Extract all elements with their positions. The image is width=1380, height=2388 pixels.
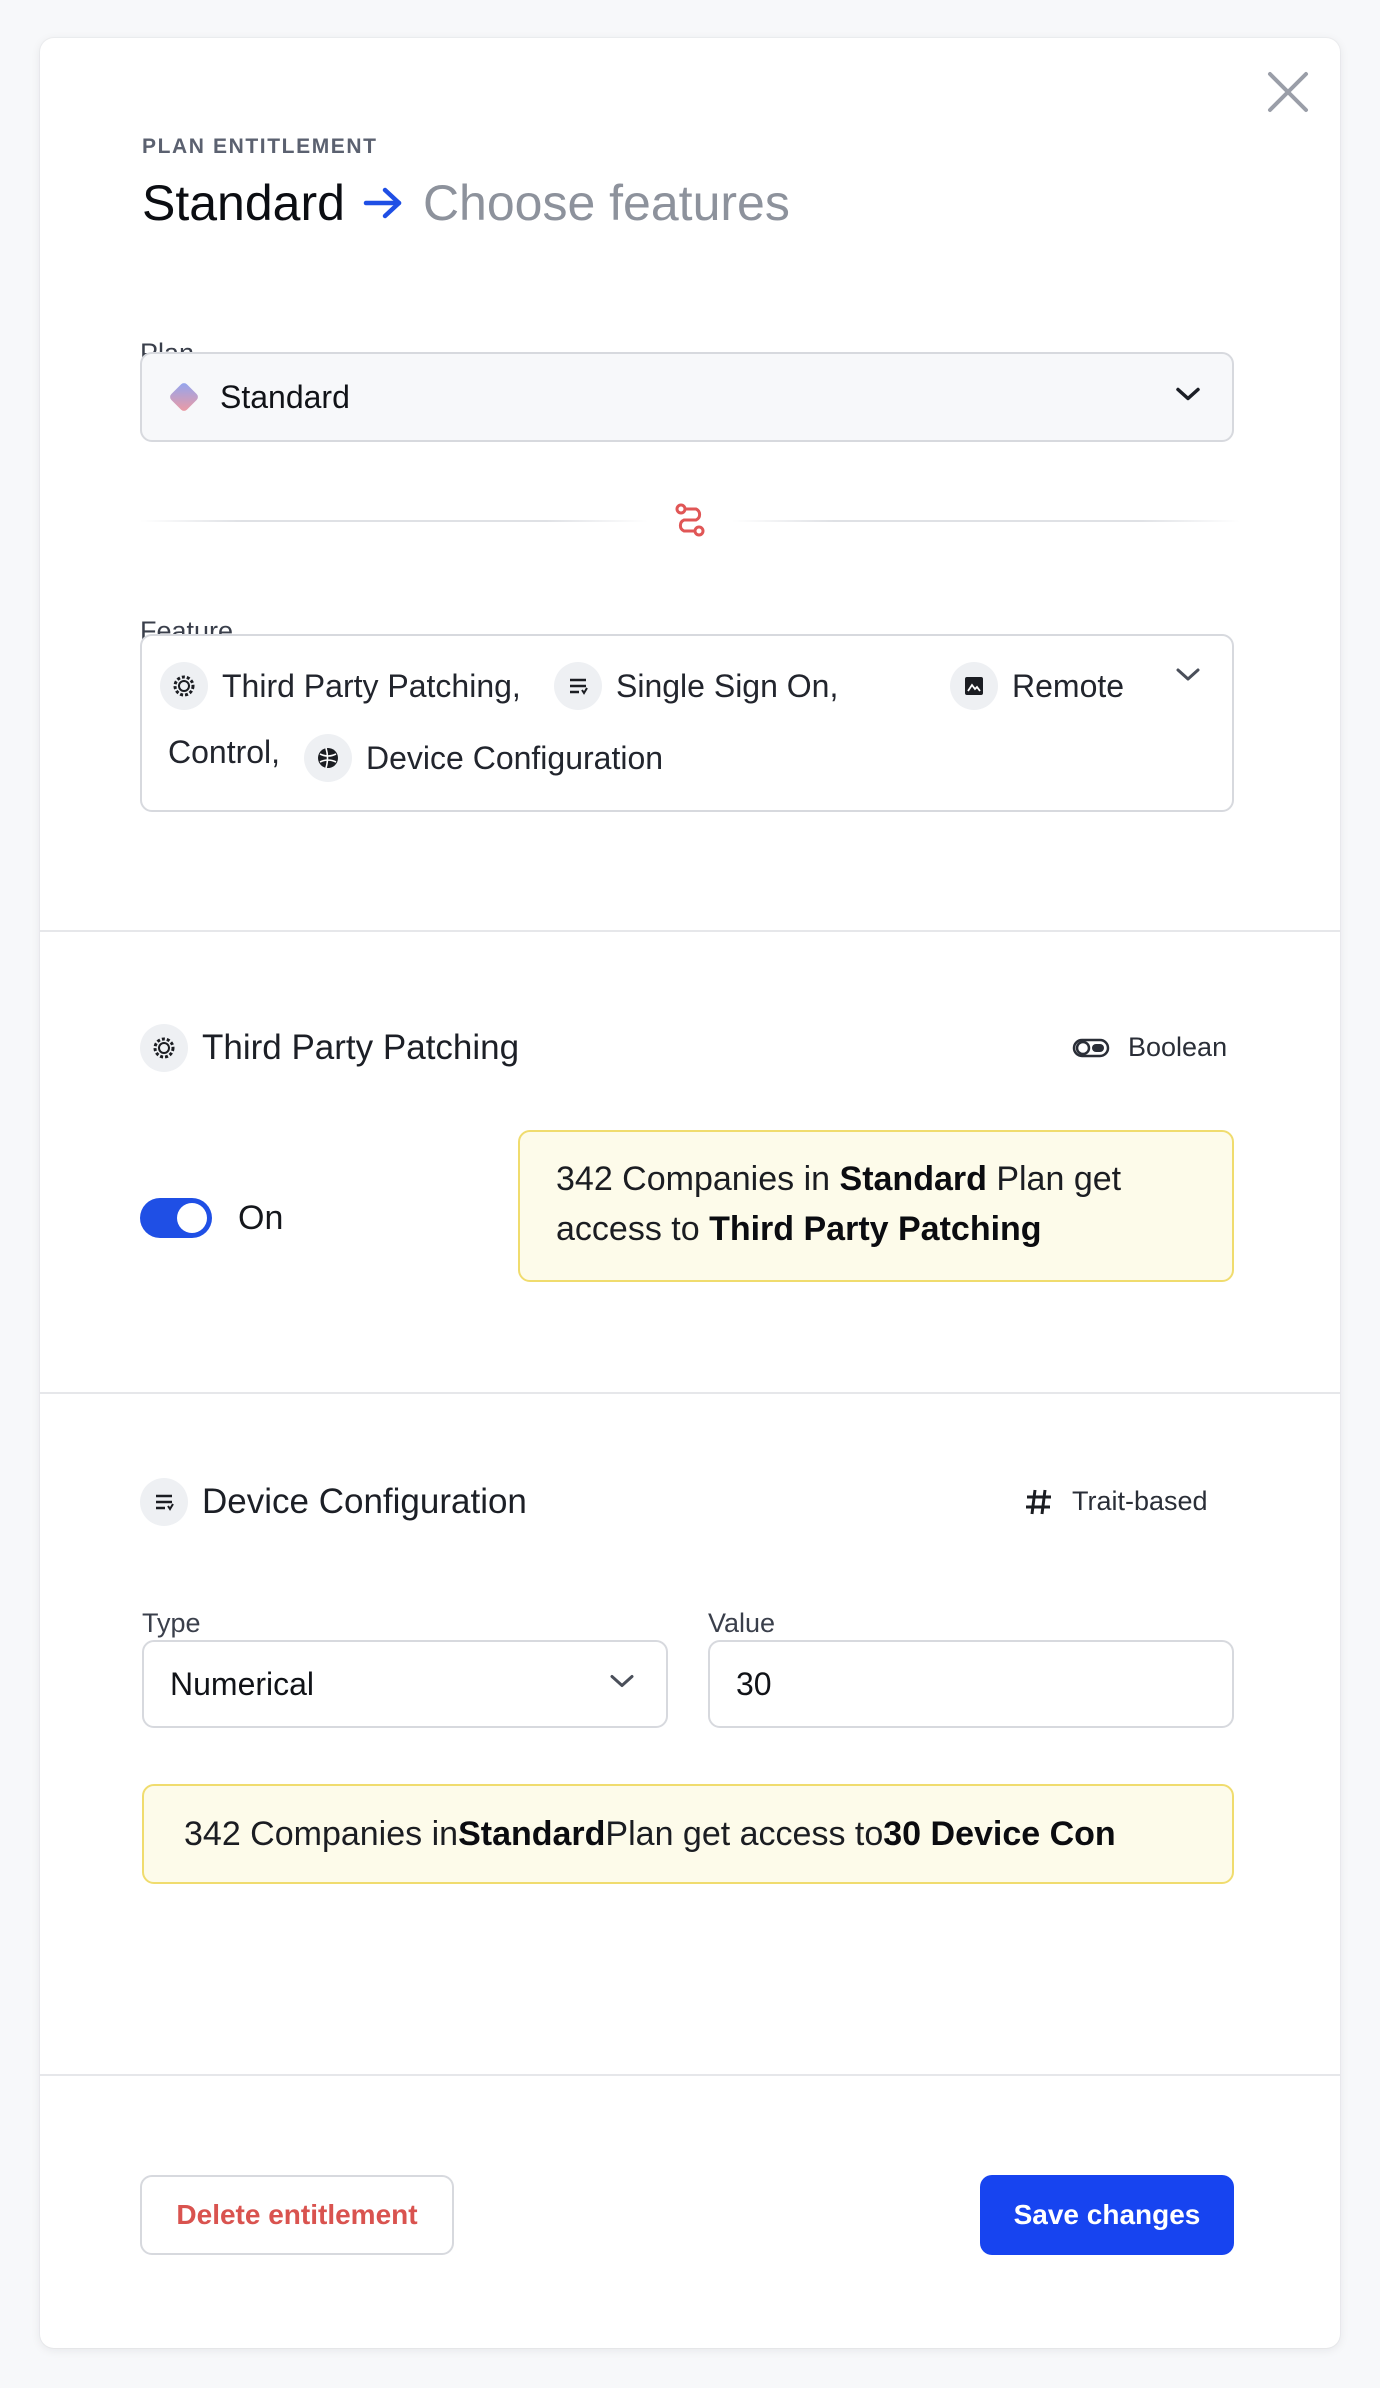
trait-feature-title-text: Device Configuration: [202, 1482, 527, 1521]
close-icon[interactable]: [1256, 60, 1320, 124]
feature-chip[interactable]: Remote: [950, 662, 1124, 710]
hash-icon: [1024, 1487, 1054, 1517]
feature-chip-label: Remote: [1012, 667, 1125, 704]
feature-chip-label: Single Sign On,: [616, 667, 839, 704]
trait-access-notice: 342 Companies in Standard Plan get acces…: [142, 1784, 1234, 1884]
link-icon: [670, 500, 710, 540]
close-button[interactable]: [1256, 60, 1320, 124]
value-input[interactable]: 30: [708, 1640, 1234, 1728]
arrow-right-icon: [363, 185, 405, 221]
notice-feature-name: 30 Device Con: [883, 1815, 1116, 1853]
list-icon: [554, 662, 602, 710]
toggle-icon: [1072, 1037, 1110, 1059]
feature-chip-continued: Control,: [168, 734, 280, 771]
type-select[interactable]: Numerical: [142, 1640, 668, 1728]
list-icon: [140, 1478, 188, 1526]
boolean-type-tag: Boolean: [1072, 1032, 1227, 1063]
title-plan-name: Standard: [142, 175, 345, 231]
feature-chip[interactable]: Third Party Patching,: [160, 662, 521, 710]
feature-multiselect[interactable]: Third Party Patching, Single Sign On, Re…: [140, 634, 1234, 812]
type-select-value: Numerical: [170, 1665, 315, 1702]
feature-chip[interactable]: Single Sign On,: [554, 662, 838, 710]
boolean-feature-title: Third Party Patching: [140, 1024, 519, 1072]
access-toggle[interactable]: [140, 1198, 212, 1238]
notice-count-text: 342 Companies in: [556, 1160, 840, 1198]
section-divider: [40, 1392, 1340, 1394]
notice-mid-text: Plan get access to: [605, 1815, 884, 1853]
boolean-feature-title-text: Third Party Patching: [202, 1028, 520, 1067]
boolean-type-label: Boolean: [1128, 1032, 1228, 1062]
divider-left: [140, 520, 648, 522]
eyebrow-label: PLAN ENTITLEMENT: [142, 135, 378, 158]
value-input-text: 30: [736, 1665, 772, 1702]
image-icon: [950, 662, 998, 710]
save-changes-button[interactable]: Save changes: [980, 2175, 1234, 2255]
trait-feature-title: Device Configuration: [140, 1478, 527, 1526]
feature-chip[interactable]: Device Configuration: [304, 734, 663, 782]
plan-select-value: Standard: [220, 378, 350, 415]
notice-plan-name: Standard: [839, 1160, 987, 1198]
ball-icon: [304, 734, 352, 782]
delete-entitlement-button[interactable]: Delete entitlement: [140, 2175, 454, 2255]
feature-chip-label: Third Party Patching,: [222, 667, 521, 704]
title-step: Choose features: [422, 175, 790, 231]
toggle-label: On: [238, 1199, 284, 1237]
type-field-label: Type: [142, 1608, 201, 1638]
section-divider: [40, 2074, 1340, 2076]
feature-chip-label: Device Configuration: [366, 739, 664, 776]
toggle-knob: [177, 1203, 207, 1233]
notice-feature-name: Third Party Patching: [709, 1210, 1042, 1248]
trait-type-label: Trait-based: [1072, 1486, 1208, 1516]
chevron-down-icon: [1174, 386, 1202, 409]
chevron-down-icon: [608, 1673, 636, 1696]
gear-badge-icon: [140, 1024, 188, 1072]
entitlement-modal: PLAN ENTITLEMENT Standard Choose feature…: [40, 38, 1340, 2348]
notice-count-text: 342 Companies in: [184, 1815, 459, 1853]
section-divider: [40, 930, 1340, 932]
chevron-down-icon: [1174, 666, 1202, 689]
value-field-label: Value: [708, 1608, 776, 1638]
boolean-access-notice: 342 Companies in Standard Plan get acces…: [518, 1130, 1234, 1282]
trait-type-tag: Trait-based: [1024, 1486, 1208, 1517]
divider-right: [732, 520, 1240, 522]
plan-select[interactable]: Standard: [140, 352, 1234, 442]
plan-diamond-icon: [166, 379, 202, 415]
notice-plan-name: Standard: [458, 1815, 606, 1853]
feature-chip-label: Control,: [168, 734, 281, 770]
page-title: Standard Choose features: [142, 173, 790, 233]
gear-badge-icon: [160, 662, 208, 710]
